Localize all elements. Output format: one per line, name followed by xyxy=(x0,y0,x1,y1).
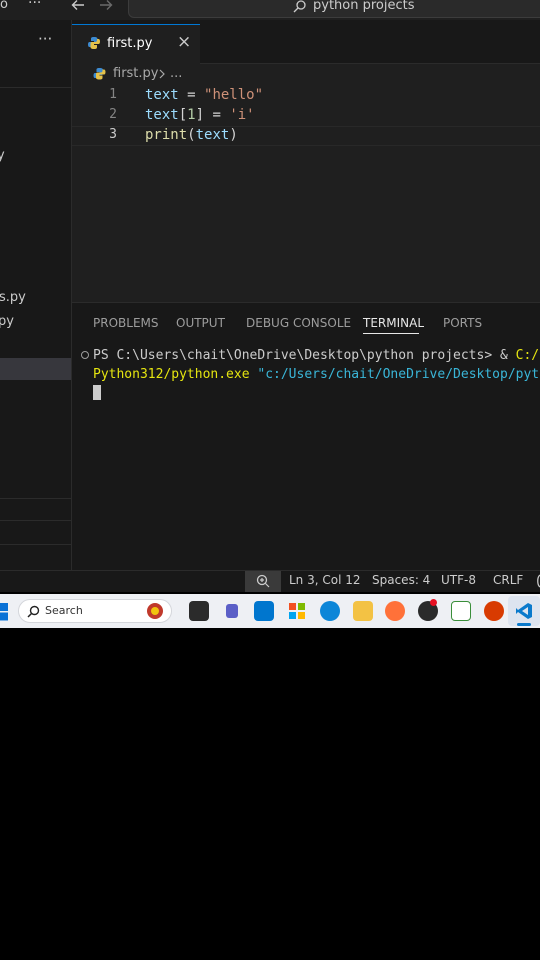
line-number: 1 xyxy=(109,87,117,102)
vscode-taskbar-button[interactable] xyxy=(508,596,540,626)
breadcrumb-file[interactable]: first.py xyxy=(113,66,158,81)
close-icon[interactable]: × xyxy=(177,32,191,52)
current-line-highlight xyxy=(72,126,540,146)
more-icon[interactable]: ··· xyxy=(28,0,41,11)
notepad-icon[interactable] xyxy=(451,601,471,621)
explorer-sidebar: ··· y s.py py xyxy=(0,20,72,570)
firefox-icon[interactable] xyxy=(385,601,405,621)
terminal-cursor[interactable] xyxy=(93,385,101,400)
taskbar-search-box[interactable]: Search xyxy=(18,599,172,623)
file-item[interactable]: py xyxy=(0,314,14,329)
search-text: python projects xyxy=(313,0,415,13)
code-line[interactable]: print(text) xyxy=(145,127,238,143)
store-icon[interactable] xyxy=(287,601,307,621)
python-file-icon xyxy=(88,37,100,49)
tab-debug-console[interactable]: DEBUG CONSOLE xyxy=(246,316,351,330)
command-decoration-icon[interactable] xyxy=(81,351,89,359)
bottom-panel xyxy=(72,302,540,570)
line-endings[interactable]: CRLF xyxy=(493,573,523,587)
code-token: text xyxy=(145,107,179,123)
tab-terminal[interactable]: TERMINAL xyxy=(363,316,424,330)
indentation[interactable]: Spaces: 4 xyxy=(372,573,430,587)
code-token: ] = xyxy=(195,107,230,123)
active-tab-underline xyxy=(363,333,419,334)
search-icon xyxy=(27,605,40,618)
teams-icon[interactable] xyxy=(222,601,242,621)
forward-arrow-icon[interactable] xyxy=(99,0,113,11)
breadcrumb-more[interactable]: ... xyxy=(170,66,182,81)
tab-ports[interactable]: PORTS xyxy=(443,316,482,330)
code-token: [ xyxy=(178,107,188,123)
code-line[interactable]: text[1] = 'i' xyxy=(145,107,255,123)
vscode-icon xyxy=(516,603,532,619)
tab-problems[interactable]: PROBLEMS xyxy=(93,316,159,330)
code-token: text xyxy=(195,127,230,143)
code-token: ( xyxy=(187,127,196,143)
terminal-line-1: PS C:\Users\chait\OneDrive\Desktop\pytho… xyxy=(93,348,540,363)
start-icon[interactable] xyxy=(0,603,9,621)
line-number: 2 xyxy=(109,107,117,122)
line-number: 3 xyxy=(109,127,117,142)
tab-label: first.py xyxy=(107,36,153,51)
terminal-arg: "c:/Users/chait/OneDrive/Desktop/pyth xyxy=(257,367,540,382)
code-token: print xyxy=(145,127,188,143)
office-icon[interactable] xyxy=(484,601,504,621)
file-item[interactable]: s.py xyxy=(0,290,26,305)
back-arrow-icon[interactable] xyxy=(71,0,85,11)
chevron-right-icon xyxy=(159,69,165,79)
terminal-line-2: Python312/python.exe "c:/Users/chait/One… xyxy=(93,367,540,382)
notification-badge xyxy=(430,599,437,606)
dell-icon[interactable] xyxy=(254,601,274,621)
search-icon xyxy=(293,0,306,13)
zoom-icon xyxy=(256,574,270,588)
terminal-prompt: PS C:\Users\chait\OneDrive\Desktop\pytho… xyxy=(93,348,516,363)
code-line[interactable]: text = "hello" xyxy=(145,87,263,103)
tab-first-py[interactable]: first.py × xyxy=(72,24,200,64)
terminal-command: C:/U xyxy=(515,348,540,363)
code-token: = xyxy=(178,87,205,103)
code-token: "hello" xyxy=(204,87,264,103)
command-center-search[interactable]: python projects xyxy=(128,0,540,18)
code-token: ) xyxy=(229,127,238,143)
tab-output[interactable]: OUTPUT xyxy=(176,316,225,330)
more-icon[interactable]: ··· xyxy=(38,30,52,48)
encoding[interactable]: UTF-8 xyxy=(441,573,476,587)
task-view-icon[interactable] xyxy=(189,601,209,621)
python-file-icon xyxy=(93,68,106,80)
code-token: 1 xyxy=(187,107,196,123)
file-item[interactable]: y xyxy=(0,148,5,163)
cursor-position[interactable]: Ln 3, Col 12 xyxy=(289,573,361,587)
edge-icon[interactable] xyxy=(320,601,340,621)
terminal-exe: Python312/python.exe xyxy=(93,367,258,382)
file-explorer-icon[interactable] xyxy=(353,601,373,621)
code-token: text xyxy=(145,87,179,103)
zoom-button[interactable] xyxy=(245,571,281,592)
menu-fragment: o xyxy=(0,0,8,12)
language-mode-icon[interactable] xyxy=(535,574,540,588)
search-highlight-dot xyxy=(151,607,159,615)
selected-file-item[interactable] xyxy=(0,358,71,380)
code-token: 'i' xyxy=(229,107,255,123)
search-placeholder: Search xyxy=(45,604,83,617)
